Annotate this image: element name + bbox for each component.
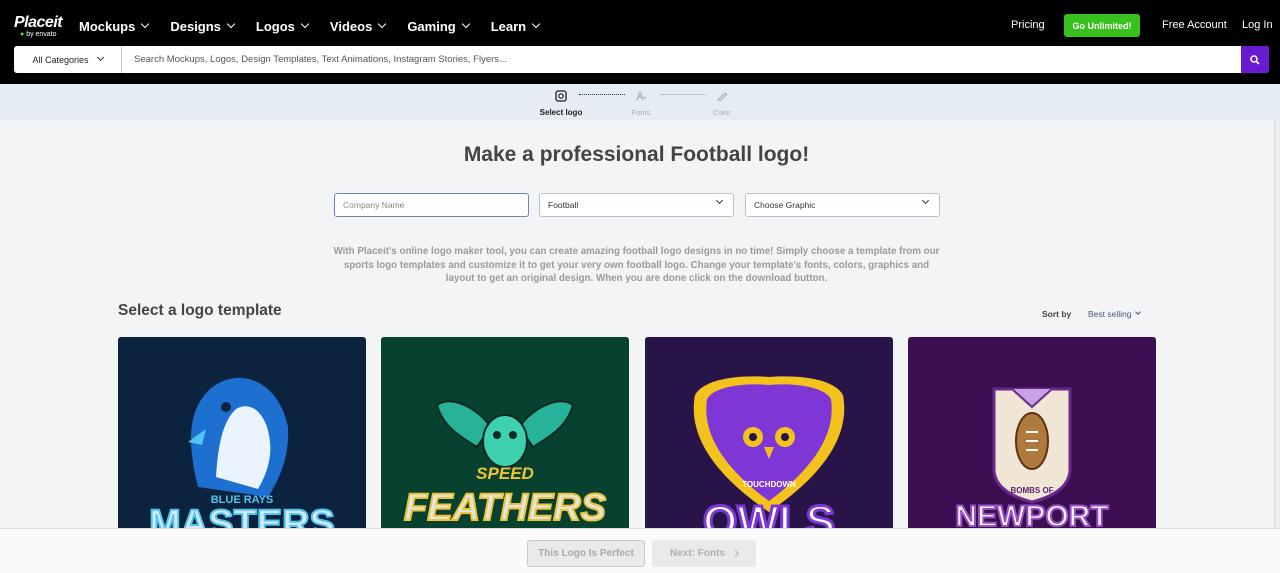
step-label: Fonts: [631, 108, 651, 117]
next-fonts-button[interactable]: Next: Fonts: [652, 540, 756, 567]
step-label: Color: [713, 108, 731, 117]
next-fonts-label: Next: Fonts: [670, 548, 725, 559]
free-account-link[interactable]: Free Account: [1162, 19, 1227, 31]
company-name-input[interactable]: Company Name: [334, 193, 529, 217]
category-select[interactable]: All Categories: [14, 46, 122, 73]
bottom-action-bar: This Logo Is Perfect Next: Fonts: [0, 528, 1280, 573]
chevron-down-icon: [921, 196, 930, 205]
graphic-dropdown-value: Choose Graphic: [754, 200, 816, 210]
logo-template-image: SPEED FEATHERS: [403, 400, 607, 530]
chevron-down-icon: [378, 19, 387, 29]
placeit-logo[interactable]: Placeit ● by envato: [14, 15, 64, 39]
sort-label: Sort by: [1042, 309, 1072, 319]
sort-dropdown-value: Best selling: [1088, 309, 1132, 319]
card-small-text: BOMBS OF: [1010, 486, 1053, 495]
menu-item-logos[interactable]: Logos: [256, 17, 310, 35]
page-scrollbar[interactable]: [1274, 120, 1280, 528]
chevron-down-icon: [300, 19, 310, 29]
section-title: Select a logo template: [118, 302, 282, 319]
search-input[interactable]: [122, 46, 1241, 73]
pricing-link[interactable]: Pricing: [1011, 19, 1045, 31]
description-text: With Placeit's online logo maker tool, y…: [333, 246, 940, 285]
login-link[interactable]: Log In: [1242, 19, 1273, 31]
brand-name: Placeit: [14, 14, 63, 31]
graphic-dropdown[interactable]: Choose Graphic: [745, 193, 940, 217]
chevron-down-icon: [461, 19, 470, 29]
card-small-text: SPEED: [476, 464, 534, 483]
menu-item-gaming[interactable]: Gaming: [407, 17, 470, 35]
chevron-down-icon: [141, 19, 150, 29]
chevron-down-icon: [226, 19, 236, 29]
search-button[interactable]: [1241, 46, 1269, 73]
logo-template-card[interactable]: TOUCHDOWN OWLS: [645, 337, 893, 537]
fonts-icon: [636, 90, 647, 101]
logo-perfect-button[interactable]: This Logo Is Perfect: [527, 540, 645, 567]
logo-template-card[interactable]: SPEED FEATHERS: [381, 337, 629, 537]
go-unlimited-button[interactable]: Go Unlimited!: [1064, 14, 1140, 37]
menu-item-learn[interactable]: Learn: [491, 17, 541, 35]
chevron-down-icon: [715, 196, 724, 205]
menu-item-designs[interactable]: Designs: [170, 17, 236, 35]
steps-bar: Select logo Fonts Color: [0, 84, 1280, 120]
logo-template-card[interactable]: BLUE RAYS MASTERS: [118, 337, 366, 537]
category-select-label: All Categories: [32, 54, 89, 65]
top-navigation: Placeit ● by envato Mockups Designs Logo…: [0, 0, 1280, 84]
chevron-right-icon: [731, 549, 740, 558]
card-small-text: TOUCHDOWN: [742, 480, 796, 489]
menu-item-mockups[interactable]: Mockups: [79, 17, 150, 35]
category-dropdown[interactable]: Football: [539, 193, 734, 217]
brand-sub: ● by envato: [20, 31, 57, 38]
search-icon: [1250, 54, 1260, 65]
chevron-down-icon: [96, 53, 104, 62]
logo-template-image: BLUE RAYS MASTERS: [148, 377, 336, 537]
sort-dropdown[interactable]: Best selling: [1088, 309, 1142, 319]
logo-template-image: BOMBS OF NEWPORT: [954, 387, 1110, 534]
category-dropdown-value: Football: [548, 200, 579, 210]
logo-template-card[interactable]: BOMBS OF NEWPORT: [908, 337, 1156, 537]
chevron-down-icon: [1135, 309, 1142, 315]
page-title: Make a professional Football logo!: [463, 143, 810, 166]
card-big-text: FEATHERS: [404, 487, 606, 529]
main-menu: Mockups Designs Logos Videos Gaming Lear…: [79, 17, 541, 35]
chevron-down-icon: [531, 19, 541, 29]
select-logo-icon: [555, 90, 567, 102]
menu-item-videos[interactable]: Videos: [330, 17, 387, 35]
color-brush-icon: [717, 92, 728, 102]
step-color[interactable]: Color: [692, 89, 752, 117]
search-bar: All Categories: [14, 46, 1269, 73]
logo-template-image: TOUCHDOWN OWLS: [693, 376, 845, 537]
step-label: Select logo: [539, 108, 583, 117]
